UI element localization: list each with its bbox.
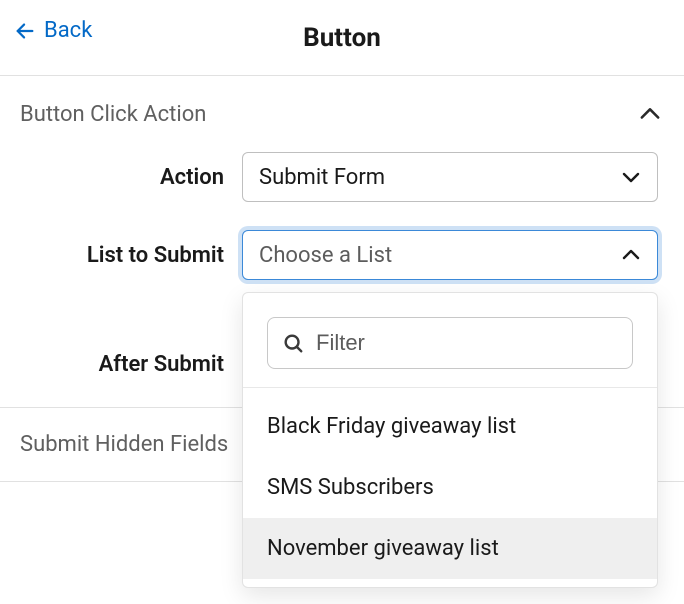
list-dropdown: Black Friday giveaway list SMS Subscribe… xyxy=(242,292,658,588)
page-title: Button xyxy=(303,23,381,53)
search-icon xyxy=(282,332,304,354)
chevron-up-icon xyxy=(636,100,664,128)
after-submit-label: After Submit xyxy=(26,352,224,377)
list-item[interactable]: SMS Subscribers xyxy=(243,457,657,518)
filter-input-wrap[interactable] xyxy=(267,317,633,369)
action-select-value: Submit Form xyxy=(259,165,385,190)
action-select[interactable]: Submit Form xyxy=(242,152,658,202)
back-label: Back xyxy=(44,18,92,43)
section-title: Submit Hidden Fields xyxy=(20,432,228,457)
chevron-down-icon xyxy=(619,165,643,189)
dropdown-list: Black Friday giveaway list SMS Subscribe… xyxy=(243,388,657,587)
filter-input[interactable] xyxy=(314,329,618,357)
list-select-placeholder: Choose a List xyxy=(259,243,392,268)
form-block: Action Submit Form List to Submit Choose… xyxy=(0,152,684,407)
arrow-left-icon xyxy=(14,20,36,42)
list-item[interactable]: Black Friday giveaway list xyxy=(243,396,657,457)
dropdown-filter-row xyxy=(243,293,657,388)
header: Back Button xyxy=(0,0,684,76)
list-select[interactable]: Choose a List xyxy=(242,230,658,280)
back-button[interactable]: Back xyxy=(14,18,92,43)
section-header[interactable]: Button Click Action xyxy=(0,76,684,152)
chevron-up-icon xyxy=(619,243,643,267)
list-item[interactable]: November giveaway list xyxy=(243,518,657,579)
section-title: Button Click Action xyxy=(20,102,206,127)
row-action: Action Submit Form xyxy=(26,152,658,202)
row-list-to-submit: List to Submit Choose a List xyxy=(26,230,658,280)
section-button-click-action: Button Click Action Action Submit Form L… xyxy=(0,76,684,408)
list-label: List to Submit xyxy=(26,243,224,268)
action-label: Action xyxy=(26,165,224,190)
